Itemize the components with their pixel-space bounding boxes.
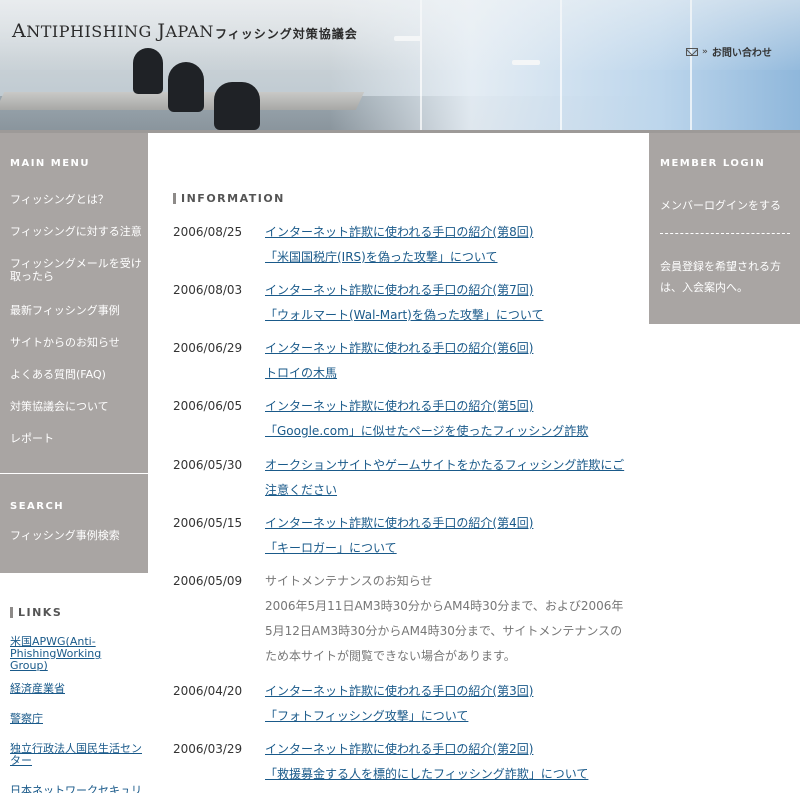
bullet-bar-icon — [10, 607, 13, 618]
news-link[interactable]: インターネット詐欺に使われる手口の紹介(第4回) — [265, 511, 625, 536]
news-heading: サイトメンテナンスのお知らせ — [265, 574, 433, 588]
ceiling-lamp — [394, 36, 422, 41]
mail-icon — [686, 47, 698, 56]
news-date: 2006/04/20 — [173, 684, 243, 698]
chair — [168, 62, 204, 112]
search-box: SEARCH フィッシング事例検索 — [0, 474, 148, 573]
member-login-box: MEMBER LOGIN メンバーログインをする 会員登録を希望される方は、入会… — [649, 133, 800, 324]
menu-item-latest-cases[interactable]: 最新フィッシング事例 — [10, 304, 142, 317]
chair — [133, 48, 163, 94]
news-link[interactable]: 「救援募金する人を標的にしたフィッシング詐欺」について — [265, 762, 625, 787]
dashed-divider — [660, 233, 790, 234]
search-cases-link[interactable]: フィッシング事例検索 — [10, 527, 120, 543]
news-link[interactable]: 「キーロガー」について — [265, 536, 625, 561]
news-date: 2006/08/03 — [173, 283, 243, 297]
news-link[interactable]: トロイの木馬 — [265, 361, 625, 386]
news-date: 2006/05/15 — [173, 516, 243, 530]
link-meti[interactable]: 経済産業省 — [10, 683, 142, 695]
links-title-text: LINKS — [18, 606, 63, 619]
news-link[interactable]: インターネット詐欺に使われる手口の紹介(第2回) — [265, 737, 625, 762]
news-date: 2006/05/30 — [173, 458, 243, 472]
member-login-link[interactable]: メンバーログインをする — [660, 197, 781, 213]
link-apwg[interactable]: 米国APWG(Anti-PhishingWorking Group) — [10, 636, 142, 672]
news-link[interactable]: 「ウォルマート(Wal-Mart)を偽った攻撃」について — [265, 303, 625, 328]
menu-item-faq[interactable]: よくある質問(FAQ) — [10, 368, 142, 381]
logo-text: A — [12, 20, 27, 42]
news-date: 2006/05/09 — [173, 574, 243, 588]
arrow-icon: » — [702, 46, 708, 57]
member-login-title: MEMBER LOGIN — [660, 158, 766, 169]
chair — [214, 82, 260, 130]
membership-note[interactable]: 会員登録を希望される方は、入会案内へ。 — [660, 256, 794, 298]
logo-english[interactable]: ANTIPHISHING JAPAN — [12, 20, 214, 42]
menu-item-what-is-phishing[interactable]: フィッシングとは？ — [10, 193, 142, 206]
news-link[interactable]: 「Google.com」に似せたページを使ったフィッシング詐欺 — [265, 419, 625, 444]
logo-japanese: フィッシング対策協議会 — [215, 27, 358, 41]
news-date: 2006/06/29 — [173, 341, 243, 355]
menu-item-caution[interactable]: フィッシングに対する注意 — [10, 225, 142, 238]
main-menu-title: MAIN MENU — [10, 158, 91, 169]
news-link[interactable]: インターネット詐欺に使われる手口の紹介(第5回) — [265, 394, 625, 419]
bullet-bar-icon — [173, 193, 176, 204]
news-link[interactable]: インターネット詐欺に使われる手口の紹介(第3回) — [265, 679, 625, 704]
news-link[interactable]: 「フォトフィッシング攻撃」について — [265, 704, 625, 729]
logo-text: APAN — [165, 22, 214, 41]
link-npa[interactable]: 警察庁 — [10, 713, 142, 725]
news-link[interactable]: 「米国国税庁(IRS)を偽った攻撃」について — [265, 245, 625, 270]
information-title-text: INFORMATION — [181, 192, 285, 205]
news-link[interactable]: インターネット詐欺に使われる手口の紹介(第6回) — [265, 336, 625, 361]
news-link[interactable]: 注意ください — [265, 478, 625, 503]
link-kokusen[interactable]: 独立行政法人国民生活センター — [10, 743, 142, 767]
left-sidebar: MAIN MENU フィッシングとは？ フィッシングに対する注意 フィッシングメ… — [0, 133, 148, 793]
contact-link[interactable]: » お問い合わせ — [686, 44, 772, 59]
menu-item-received-mail[interactable]: フィッシングメールを受け取ったら — [10, 257, 142, 283]
ceiling-lamp — [512, 60, 540, 65]
menu-item-report[interactable]: レポート — [10, 432, 142, 445]
search-title: SEARCH — [10, 501, 65, 512]
news-link[interactable]: オークションサイトやゲームサイトをかたるフィッシング詐欺にご — [265, 453, 625, 478]
news-link[interactable]: インターネット詐欺に使われる手口の紹介(第8回) — [265, 220, 625, 245]
information-title: INFORMATION — [173, 192, 285, 205]
link-jnsa[interactable]: 日本ネットワークセキュリ — [10, 785, 142, 793]
contact-label: お問い合わせ — [711, 48, 772, 59]
links-title: LINKS — [10, 606, 62, 619]
menu-item-about[interactable]: 対策協議会について — [10, 400, 142, 413]
header-banner: ANTIPHISHING JAPAN フィッシング対策協議会 » お問い合わせ — [0, 0, 800, 133]
main-menu: MAIN MENU フィッシングとは？ フィッシングに対する注意 フィッシングメ… — [0, 133, 148, 473]
logo-text: J — [157, 20, 166, 42]
news-date: 2006/08/25 — [173, 225, 243, 239]
menu-item-site-news[interactable]: サイトからのお知らせ — [10, 336, 142, 349]
news-link[interactable]: インターネット詐欺に使われる手口の紹介(第7回) — [265, 278, 625, 303]
news-description: 2006年5月11日AM3時30分からAM4時30分まで、および2006年5月1… — [265, 599, 624, 663]
news-date: 2006/06/05 — [173, 399, 243, 413]
news-date: 2006/03/29 — [173, 742, 243, 756]
logo-text: NTIPHISHING — [26, 22, 158, 41]
